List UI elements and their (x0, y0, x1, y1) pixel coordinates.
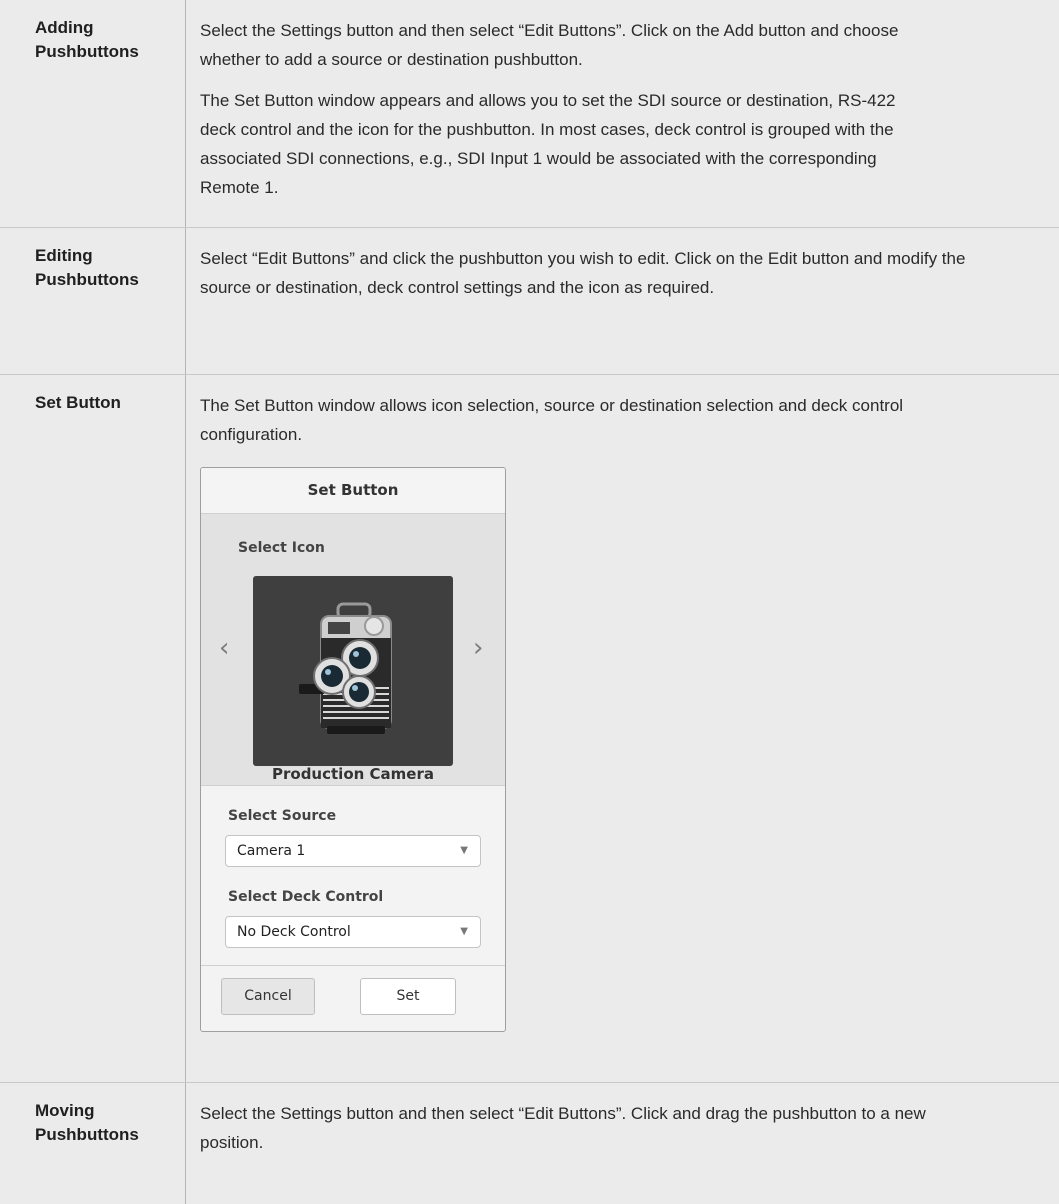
next-icon-arrow[interactable]: › (473, 634, 483, 663)
row-label: Moving Pushbuttons (0, 1083, 186, 1204)
source-value: Camera 1 (237, 843, 306, 859)
paragraph: The Set Button window allows icon select… (200, 396, 904, 444)
row-label: Adding Pushbuttons (0, 0, 186, 227)
paragraph: Select the Settings button and then sele… (200, 21, 899, 69)
dialog-buttons: Cancel Set (201, 966, 505, 1015)
row-content: Select the Settings button and then sele… (186, 0, 1059, 227)
icon-name-label: Production Camera (272, 765, 434, 783)
row-label: Set Button (0, 375, 186, 1082)
chevron-down-icon: ▼ (460, 845, 468, 856)
paragraph: Select “Edit Buttons” and click the push… (200, 249, 966, 297)
source-dropdown[interactable]: Camera 1 ▼ (225, 835, 481, 867)
paragraph: Select the Settings button and then sele… (200, 1104, 926, 1152)
paragraph: The Set Button window appears and allows… (200, 91, 896, 197)
select-deck-control-label: Select Deck Control (228, 889, 384, 905)
set-button-dialog: Set Button Select Icon ‹ › Production Ca… (200, 467, 506, 1032)
deck-control-dropdown[interactable]: No Deck Control ▼ (225, 916, 481, 948)
row-editing-pushbuttons: Editing Pushbuttons Select “Edit Buttons… (0, 228, 1059, 375)
row-adding-pushbuttons: Adding Pushbuttons Select the Settings b… (0, 0, 1059, 228)
row-content: Select the Settings button and then sele… (186, 1083, 1059, 1204)
camera-icon[interactable] (253, 576, 453, 766)
row-label: Editing Pushbuttons (0, 228, 186, 374)
row-content: Select “Edit Buttons” and click the push… (186, 228, 1059, 374)
selection-area: Select Source Camera 1 ▼ Select Deck Con… (201, 786, 505, 966)
select-icon-label: Select Icon (238, 540, 325, 556)
set-button[interactable]: Set (360, 978, 456, 1015)
row-moving-pushbuttons: Moving Pushbuttons Select the Settings b… (0, 1083, 1059, 1204)
deck-control-value: No Deck Control (237, 924, 351, 940)
cancel-button[interactable]: Cancel (221, 978, 315, 1015)
row-content: The Set Button window allows icon select… (186, 375, 1059, 1082)
chevron-down-icon: ▼ (460, 926, 468, 937)
row-set-button: Set Button The Set Button window allows … (0, 375, 1059, 1083)
icon-selector: Select Icon ‹ › Production Camera (201, 514, 505, 786)
select-source-label: Select Source (228, 808, 337, 824)
previous-icon-arrow[interactable]: ‹ (219, 634, 229, 663)
dialog-title: Set Button (201, 468, 505, 514)
